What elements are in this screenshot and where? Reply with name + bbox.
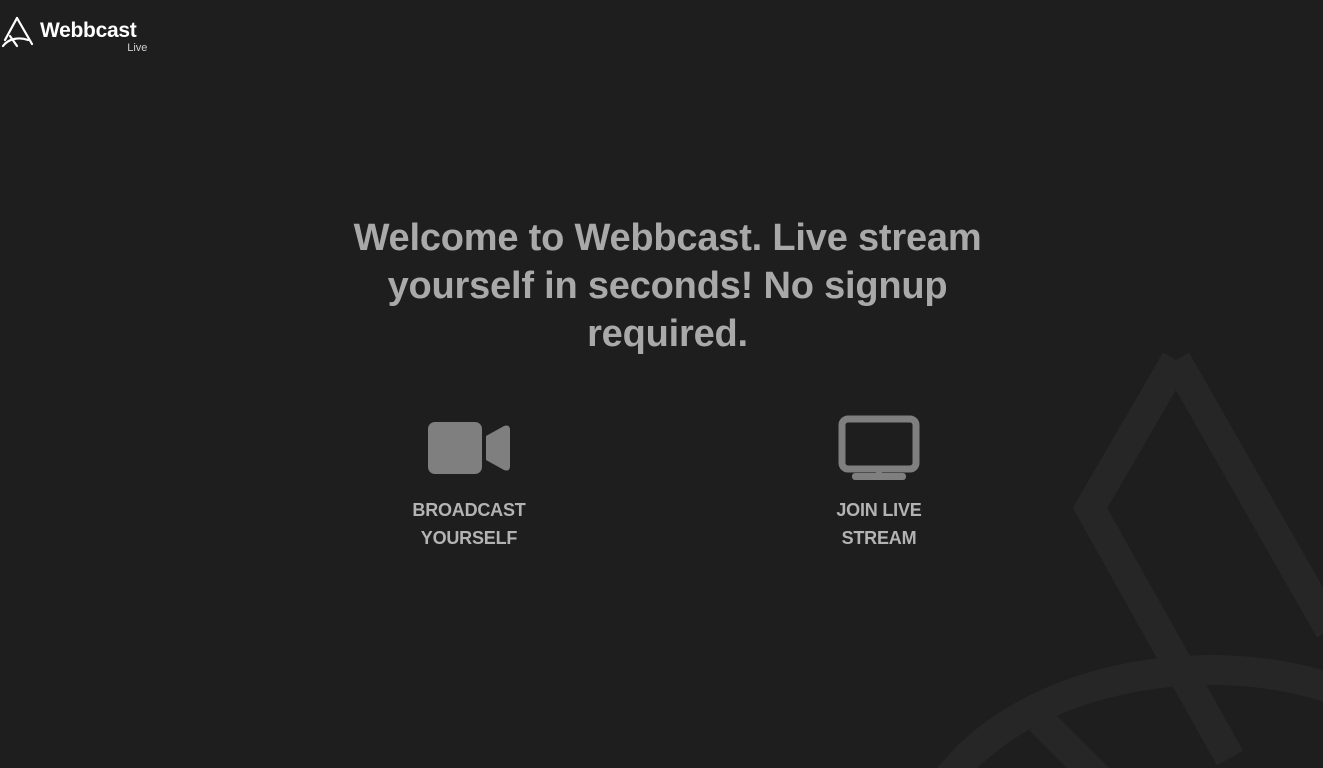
broadcast-yourself-label: BROADCAST YOURSELF bbox=[412, 496, 525, 552]
hero-heading: Welcome to Webbcast. Live stream yoursel… bbox=[311, 214, 1024, 358]
broadcast-yourself-button[interactable]: BROADCAST YOURSELF bbox=[379, 414, 559, 552]
join-label-line-1: JOIN LIVE bbox=[836, 500, 922, 520]
brand-name: Webbcast bbox=[40, 19, 137, 42]
join-live-stream-label: JOIN LIVE STREAM bbox=[836, 496, 921, 552]
webbcast-logo-icon bbox=[1, 16, 34, 48]
video-camera-icon bbox=[428, 414, 510, 482]
background-logo-watermark bbox=[937, 352, 1323, 768]
landing-page: Webbcast Live Welcome to Webbcast. Live … bbox=[0, 0, 1323, 768]
monitor-icon bbox=[838, 414, 920, 482]
hero-line-1: Welcome to Webbcast. Live stream bbox=[353, 217, 982, 259]
join-live-stream-button[interactable]: JOIN LIVE STREAM bbox=[789, 414, 969, 552]
brand-subtitle: Live bbox=[127, 42, 148, 54]
broadcast-label-line-1: BROADCAST bbox=[412, 500, 526, 520]
hero-line-2: yourself in seconds! No signup bbox=[387, 265, 948, 307]
join-label-line-2: STREAM bbox=[841, 528, 917, 548]
hero-line-3: required. bbox=[587, 313, 748, 355]
brand-logo-link[interactable]: Webbcast Live bbox=[0, 16, 147, 54]
brand-text: Webbcast Live bbox=[40, 16, 147, 54]
broadcast-label-line-2: YOURSELF bbox=[420, 528, 518, 548]
